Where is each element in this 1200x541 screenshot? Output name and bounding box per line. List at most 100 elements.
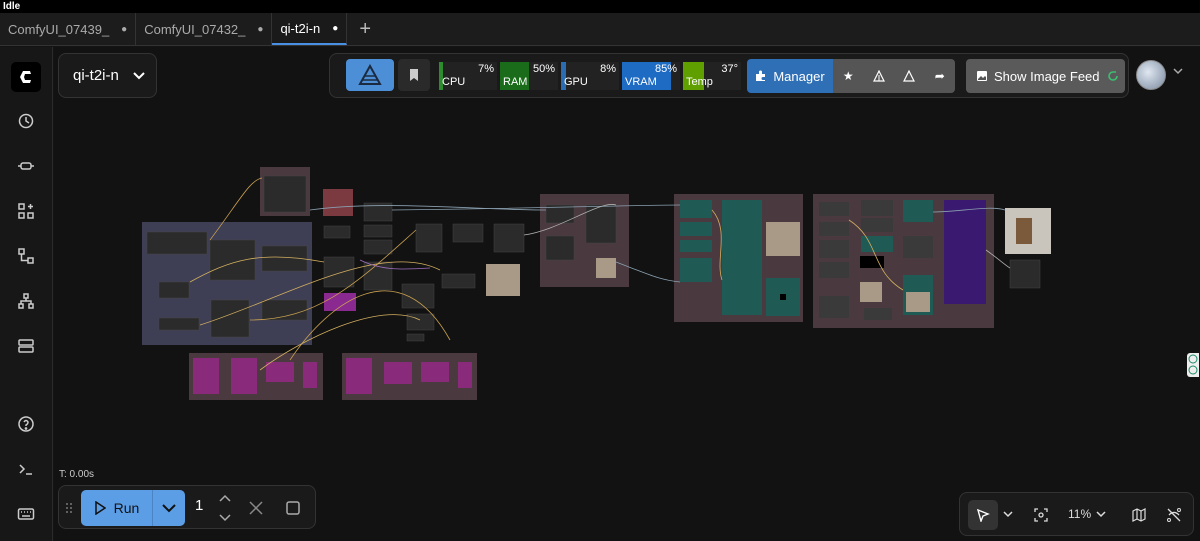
templates-icon[interactable] xyxy=(14,289,38,313)
comfy-logo-icon[interactable] xyxy=(11,62,41,92)
node[interactable] xyxy=(819,262,849,278)
workflow-name-dropdown[interactable]: qi-t2i-n xyxy=(58,53,157,98)
node[interactable] xyxy=(545,235,575,261)
models-icon[interactable] xyxy=(14,199,38,223)
zoom-level[interactable]: 11% xyxy=(1068,507,1091,521)
tab-workflow-1[interactable]: ComfyUI_07439_ ● xyxy=(0,13,137,45)
toggle-links-icon[interactable] xyxy=(1166,507,1182,523)
batch-count[interactable]: 1 xyxy=(195,497,203,514)
node[interactable] xyxy=(452,223,484,243)
keyboard-icon[interactable] xyxy=(14,502,38,526)
crystools-button[interactable] xyxy=(346,59,394,91)
terminal-icon[interactable] xyxy=(14,457,38,481)
node[interactable] xyxy=(266,362,294,382)
node-graph-canvas[interactable] xyxy=(54,47,1200,541)
star-button[interactable]: ★ xyxy=(833,59,864,93)
window-title: Idle xyxy=(0,0,1200,13)
stepper-icon[interactable] xyxy=(219,494,231,522)
node[interactable] xyxy=(861,200,893,216)
node[interactable] xyxy=(146,231,208,255)
node[interactable] xyxy=(384,362,412,384)
chevron-down-icon[interactable] xyxy=(1003,511,1013,519)
node[interactable] xyxy=(680,258,712,282)
node[interactable] xyxy=(819,222,849,236)
node[interactable] xyxy=(415,223,443,253)
unsaved-dot-icon[interactable]: ● xyxy=(257,24,263,35)
unsaved-dot-icon[interactable]: ● xyxy=(332,23,338,34)
node[interactable] xyxy=(323,189,353,216)
node[interactable] xyxy=(158,317,200,331)
tab-workflow-2[interactable]: ComfyUI_07432_ ● xyxy=(136,13,273,45)
new-tab-button[interactable]: + xyxy=(347,13,383,45)
node[interactable] xyxy=(864,308,892,320)
node[interactable] xyxy=(819,240,849,258)
node[interactable] xyxy=(231,358,257,394)
model-button[interactable] xyxy=(863,59,894,93)
help-icon[interactable] xyxy=(14,412,38,436)
minimap-icon[interactable] xyxy=(1132,508,1146,522)
manager-button[interactable]: Manager xyxy=(747,59,833,93)
tab-bar: ComfyUI_07439_ ● ComfyUI_07432_ ● qi-t2i… xyxy=(0,13,1200,46)
node[interactable] xyxy=(193,358,219,394)
vram-label: VRAM xyxy=(625,76,657,88)
node[interactable] xyxy=(158,281,190,299)
unsaved-dot-icon[interactable]: ● xyxy=(121,24,127,35)
node[interactable] xyxy=(323,256,355,288)
node[interactable] xyxy=(441,273,476,289)
node[interactable] xyxy=(861,218,893,232)
image-preview xyxy=(860,282,882,302)
node[interactable] xyxy=(861,236,893,252)
select-mode-button[interactable] xyxy=(968,500,998,530)
queue-icon[interactable] xyxy=(14,334,38,358)
node[interactable] xyxy=(363,239,393,255)
node[interactable] xyxy=(722,200,762,315)
node[interactable] xyxy=(346,358,372,394)
node[interactable] xyxy=(903,200,933,222)
node[interactable] xyxy=(944,200,986,304)
workflows-icon[interactable] xyxy=(14,244,38,268)
model-alt-button[interactable] xyxy=(894,59,925,93)
side-panel-toggle[interactable] xyxy=(1187,353,1199,377)
node-library-icon[interactable] xyxy=(14,154,38,178)
node[interactable] xyxy=(903,236,933,258)
run-options-dropdown[interactable] xyxy=(153,490,185,526)
canvas-controls: 11% xyxy=(959,492,1194,536)
node[interactable] xyxy=(261,299,308,321)
history-icon[interactable] xyxy=(14,109,38,133)
stop-icon[interactable] xyxy=(286,501,300,515)
node[interactable] xyxy=(1009,259,1041,289)
node[interactable] xyxy=(680,240,712,252)
node[interactable] xyxy=(421,362,449,382)
node[interactable] xyxy=(458,362,472,388)
drag-handle-icon[interactable] xyxy=(65,502,73,514)
fit-view-icon[interactable] xyxy=(1034,508,1048,522)
node[interactable] xyxy=(363,224,393,238)
user-avatar[interactable] xyxy=(1136,60,1166,90)
show-image-feed-button[interactable]: Show Image Feed xyxy=(966,59,1125,93)
node[interactable] xyxy=(324,293,356,311)
node[interactable] xyxy=(209,239,256,281)
share-button[interactable]: ➦ xyxy=(924,59,955,93)
node[interactable] xyxy=(210,299,250,338)
node[interactable] xyxy=(819,296,849,318)
node[interactable] xyxy=(680,200,712,218)
node[interactable] xyxy=(819,202,849,216)
node[interactable] xyxy=(680,222,712,236)
run-toolbar: Run 1 xyxy=(58,485,316,529)
chevron-down-icon[interactable] xyxy=(1096,511,1106,519)
ram-value: 50% xyxy=(532,63,555,75)
bookmark-button[interactable] xyxy=(398,59,430,91)
image-subject xyxy=(1016,218,1032,244)
chevron-down-icon[interactable] xyxy=(1173,68,1183,76)
sidebar xyxy=(0,47,53,541)
cancel-icon[interactable] xyxy=(249,501,263,515)
vram-meter: VRAM 85% xyxy=(622,62,680,90)
tab-workflow-3[interactable]: qi-t2i-n ● xyxy=(272,13,348,45)
node[interactable] xyxy=(401,283,435,309)
node[interactable] xyxy=(493,223,525,253)
node[interactable] xyxy=(406,333,425,342)
node[interactable] xyxy=(303,362,317,388)
node[interactable] xyxy=(263,175,307,213)
node[interactable] xyxy=(323,225,351,239)
run-button[interactable]: Run xyxy=(81,490,185,526)
